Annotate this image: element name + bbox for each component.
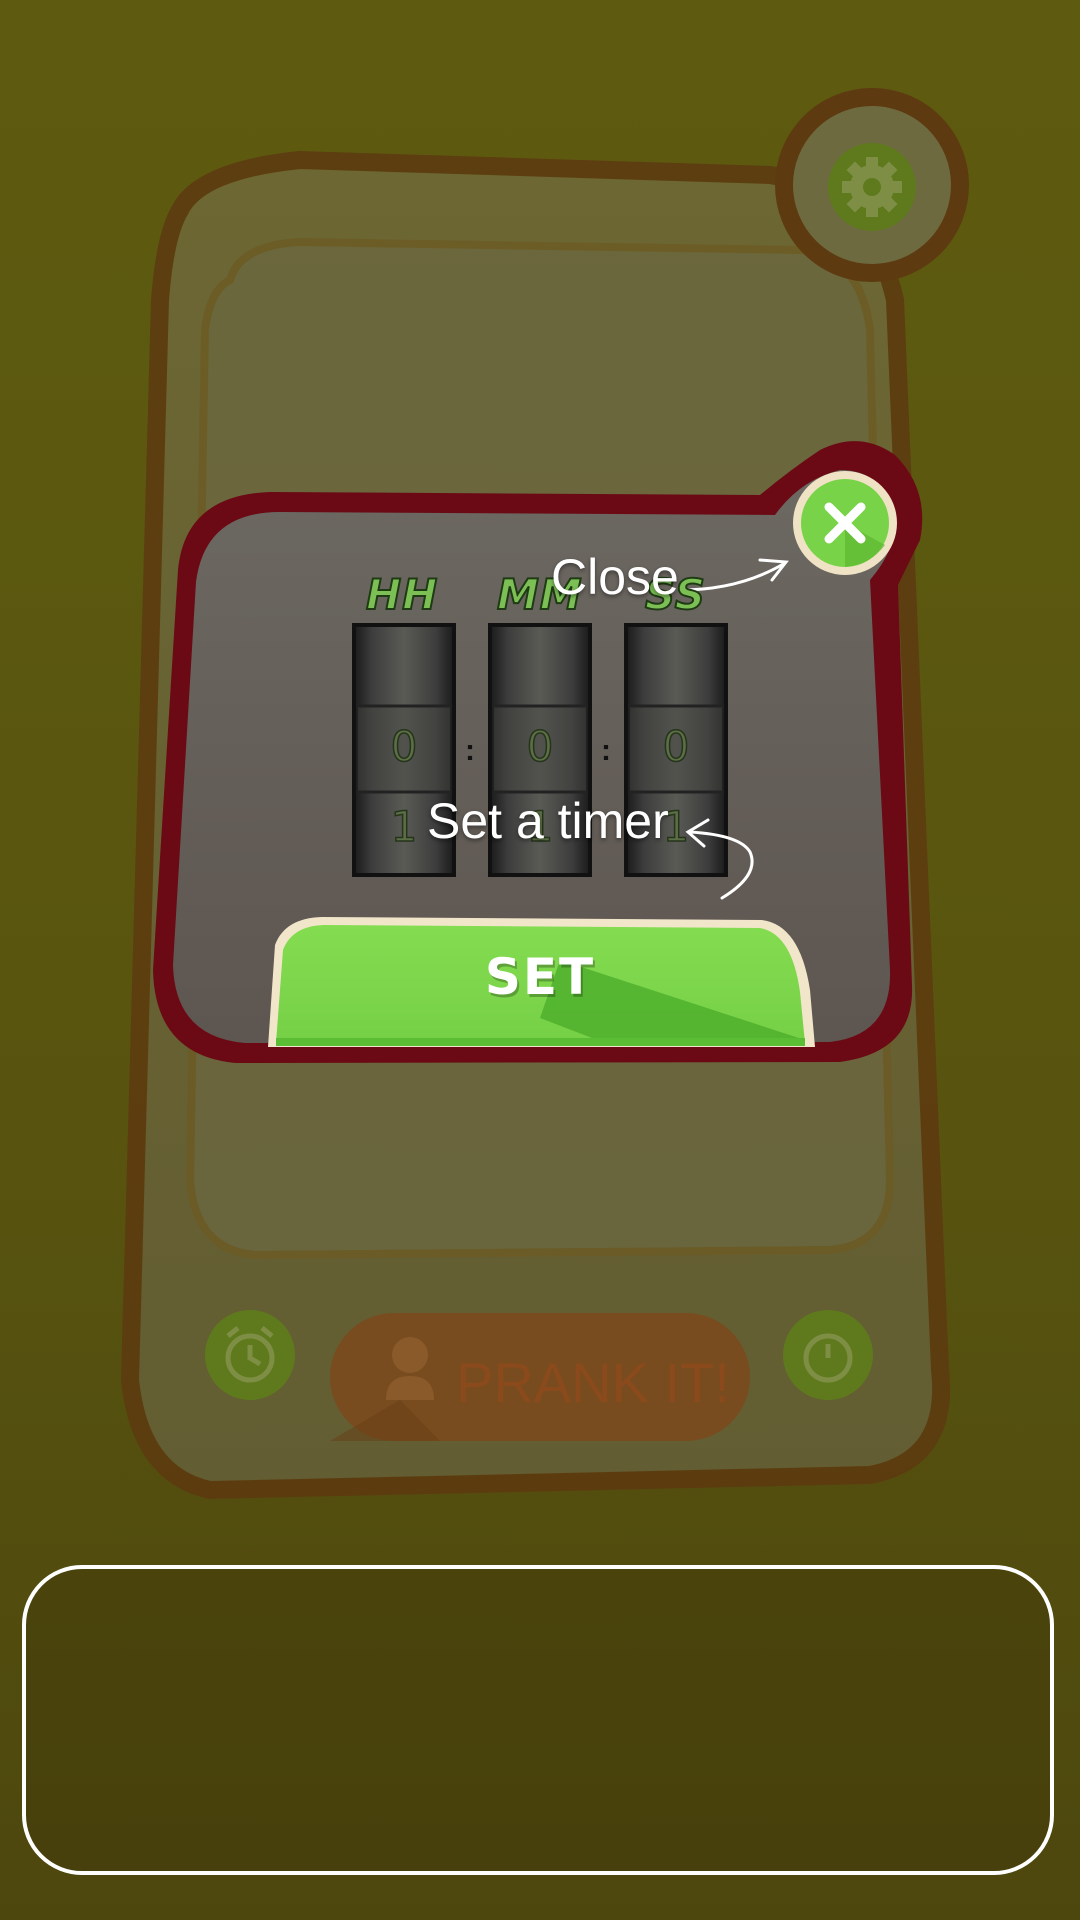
time-separator: : [465, 734, 475, 767]
minutes-value: 0 [526, 721, 554, 772]
close-hint: Close [551, 549, 679, 605]
seconds-value: 0 [662, 721, 690, 772]
gear-icon [842, 157, 902, 217]
hours-value: 0 [390, 721, 418, 772]
alarm-button[interactable] [205, 1310, 295, 1400]
timer-hint: Set a timer [427, 793, 669, 849]
ad-banner-area[interactable] [22, 1565, 1054, 1875]
hours-label: HH [365, 569, 439, 620]
set-button-label: SET [484, 948, 596, 1006]
prank-button-label: PRANK IT! [456, 1351, 730, 1414]
close-button[interactable] [793, 471, 897, 575]
settings-button[interactable] [775, 88, 969, 282]
time-separator: : [601, 734, 611, 767]
timer-button[interactable] [783, 1310, 873, 1400]
